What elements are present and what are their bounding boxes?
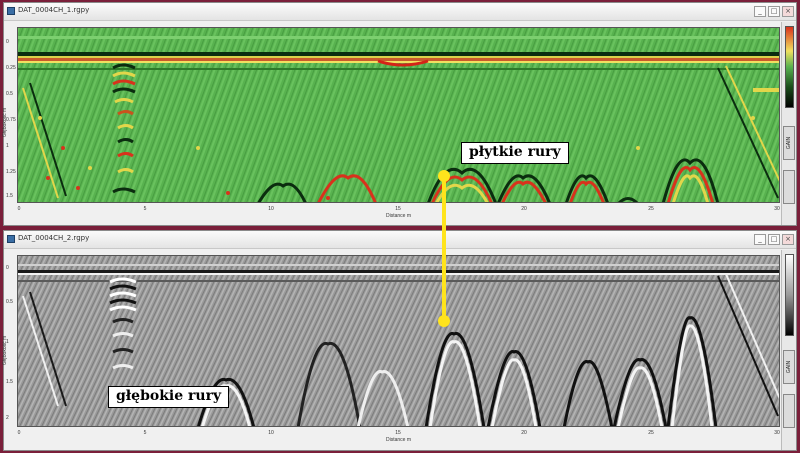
window-titlebar[interactable]: DAT_0004CH_1.rgpy _ □ × [4,3,796,21]
window-title: DAT_0004CH_2.rgpy [18,234,90,242]
x-axis-label: Distance m [385,213,412,219]
y-tick: 1.25 [6,169,16,175]
app-icon [7,7,15,15]
maximize-button[interactable]: □ [768,234,780,245]
window-titlebar[interactable]: DAT_0004CH_2.rgpy _ □ × [4,231,796,249]
callout-deep-pipes: głębokie rury [108,386,230,408]
x-tick: 0 [17,430,21,436]
maximize-button[interactable]: □ [768,6,780,17]
y-tick: 0.5 [6,299,13,305]
y-tick: 0.75 [6,117,16,123]
y-tick: 1.5 [6,379,13,385]
y-tick: 0 [6,39,9,45]
app-icon [7,235,15,243]
x-tick: 20 [521,206,527,212]
x-tick: 5 [143,430,147,436]
radargram-plot-color[interactable] [17,27,780,203]
x-tick: 0 [17,206,21,212]
x-tick: 30 [774,206,780,212]
minimize-button[interactable]: _ [754,234,766,245]
radargram-window-1: DAT_0004CH_1.rgpy _ □ × Głębokość m 0 0.… [2,2,797,226]
side-panel: GAIN [781,250,796,450]
gain-tab[interactable]: GAIN [783,126,795,160]
side-tab-2[interactable] [783,170,795,204]
close-button[interactable]: × [782,234,794,245]
y-tick: 2 [6,415,9,421]
close-button[interactable]: × [782,6,794,17]
x-tick: 15 [395,430,401,436]
gain-tab[interactable]: GAIN [783,350,795,384]
y-axis: Głębokość m 0 0.5 1 1.5 2 [2,255,17,427]
y-tick: 1 [6,339,9,345]
radargram-image [18,28,779,202]
x-axis: 0 5 10 15 20 25 30 Distance m [17,205,780,219]
color-scale-bar[interactable] [785,254,794,336]
connector-dot-top [438,170,450,182]
y-tick: 0 [6,265,9,271]
x-tick: 5 [143,206,147,212]
x-tick: 20 [521,430,527,436]
side-panel: GAIN [781,22,796,225]
radargram-window-2: DAT_0004CH_2.rgpy _ □ × Głębokość m 0 0.… [2,230,797,451]
connector-line [442,180,446,321]
x-tick: 15 [395,206,401,212]
x-tick: 10 [268,206,274,212]
callout-shallow-pipes: płytkie rury [461,142,569,164]
minimize-button[interactable]: _ [754,6,766,17]
y-tick: 1 [6,143,9,149]
x-tick: 25 [648,206,654,212]
y-axis: Głębokość m 0 0.25 0.5 0.75 1 1.25 1.5 [2,27,17,203]
x-axis-label: Distance m [385,437,412,443]
y-tick: 0.5 [6,91,13,97]
window-title: DAT_0004CH_1.rgpy [18,6,90,14]
x-tick: 30 [774,430,780,436]
connector-dot-bottom [438,315,450,327]
y-tick: 0.25 [6,65,16,71]
x-axis: 0 5 10 15 20 25 30 Distance m [17,429,780,443]
color-scale-bar[interactable] [785,26,794,108]
y-tick: 1.5 [6,193,13,199]
side-tab-2[interactable] [783,394,795,428]
x-tick: 10 [268,430,274,436]
x-tick: 25 [648,430,654,436]
